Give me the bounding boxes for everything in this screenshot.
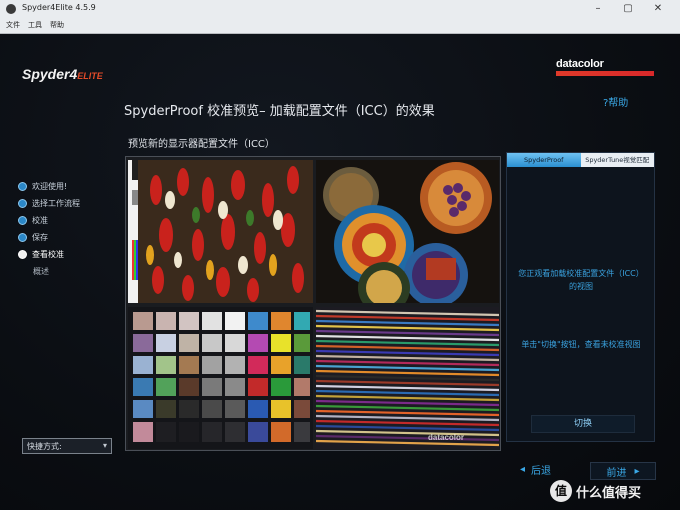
chevron-down-icon: ▾ bbox=[102, 441, 107, 450]
tab-spydertune[interactable]: SpyderTune视觉匹配 bbox=[580, 153, 654, 167]
colorchecker-image bbox=[128, 307, 313, 449]
spyder-logo: Spyder4ELITE bbox=[22, 66, 103, 82]
workflow-sidebar: 欢迎使用! 选择工作流程 校准 保存 查看校准 概述 bbox=[18, 178, 118, 280]
site-logo-icon: 值 bbox=[550, 480, 572, 502]
sidebar-item-overview[interactable]: 概述 bbox=[18, 263, 118, 280]
datacolor-logo: datacolor bbox=[556, 58, 654, 76]
next-arrow-icon: ▸ bbox=[634, 465, 640, 477]
yarn-image: datacolor bbox=[316, 307, 499, 449]
minimize-icon[interactable]: – bbox=[588, 2, 608, 16]
proof-tabs: SpyderProof SpyderTune视觉匹配 bbox=[507, 153, 654, 167]
app-frame: Spyder4Elite 4.5.9 文件 工具 帮助 – ▢ ✕ Spyder… bbox=[0, 0, 680, 510]
sidebar-item-save[interactable]: 保存 bbox=[18, 229, 118, 246]
back-arrow-icon: ◂ bbox=[520, 464, 526, 475]
next-button[interactable]: 前进 ▸ bbox=[590, 462, 656, 480]
preview-panel: datacolor bbox=[125, 156, 501, 451]
window-titlebar: Spyder4Elite 4.5.9 文件 工具 帮助 – ▢ ✕ bbox=[0, 0, 680, 34]
proof-panel: SpyderProof SpyderTune视觉匹配 您正观看加载校准配置文件（… bbox=[506, 152, 655, 442]
sidebar-item-review[interactable]: 查看校准 bbox=[18, 246, 118, 263]
preview-watermark: datacolor bbox=[428, 433, 465, 442]
menu-tools[interactable]: 工具 bbox=[28, 20, 42, 30]
plates-image bbox=[316, 160, 499, 303]
calibrated-view-info: 您正观看加载校准配置文件（ICC）的视图 bbox=[518, 269, 644, 291]
preview-heading: 预览新的显示器配置文件（ICC） bbox=[128, 139, 275, 150]
menu-file[interactable]: 文件 bbox=[6, 20, 20, 30]
site-watermark-text: 什么值得买 bbox=[576, 485, 642, 501]
close-icon[interactable]: ✕ bbox=[648, 2, 668, 16]
step-dot-icon bbox=[18, 199, 27, 208]
tab-spyderproof[interactable]: SpyderProof bbox=[507, 153, 581, 167]
sidebar-item-workflow[interactable]: 选择工作流程 bbox=[18, 195, 118, 212]
switch-button[interactable]: 切换 bbox=[531, 415, 635, 433]
switch-instruction: 单击"切换"按钮，查看未校准视图 bbox=[521, 340, 641, 349]
step-dot-icon bbox=[18, 216, 27, 225]
page-title: SpyderProof 校准预览– 加载配置文件（ICC）的效果 bbox=[124, 104, 435, 119]
maximize-icon[interactable]: ▢ bbox=[618, 2, 638, 16]
back-button[interactable]: ◂ 后退 bbox=[520, 462, 551, 477]
sidebar-item-welcome[interactable]: 欢迎使用! bbox=[18, 178, 118, 195]
app-icon bbox=[6, 4, 16, 14]
step-dot-icon bbox=[18, 250, 27, 259]
step-dot-icon bbox=[18, 182, 27, 191]
sidebar-item-calibrate[interactable]: 校准 bbox=[18, 212, 118, 229]
site-watermark: 值 什么值得买 bbox=[550, 480, 641, 502]
window-controls: – ▢ ✕ bbox=[588, 2, 668, 16]
step-dot-icon bbox=[18, 233, 27, 242]
shortcut-select[interactable]: 快捷方式: ▾ bbox=[22, 438, 112, 454]
menu-bar: 文件 工具 帮助 bbox=[6, 20, 64, 30]
peppers-image bbox=[128, 160, 313, 303]
menu-help[interactable]: 帮助 bbox=[50, 20, 64, 30]
window-title: Spyder4Elite 4.5.9 bbox=[22, 3, 96, 12]
help-link[interactable]: ?帮助 bbox=[603, 94, 628, 109]
